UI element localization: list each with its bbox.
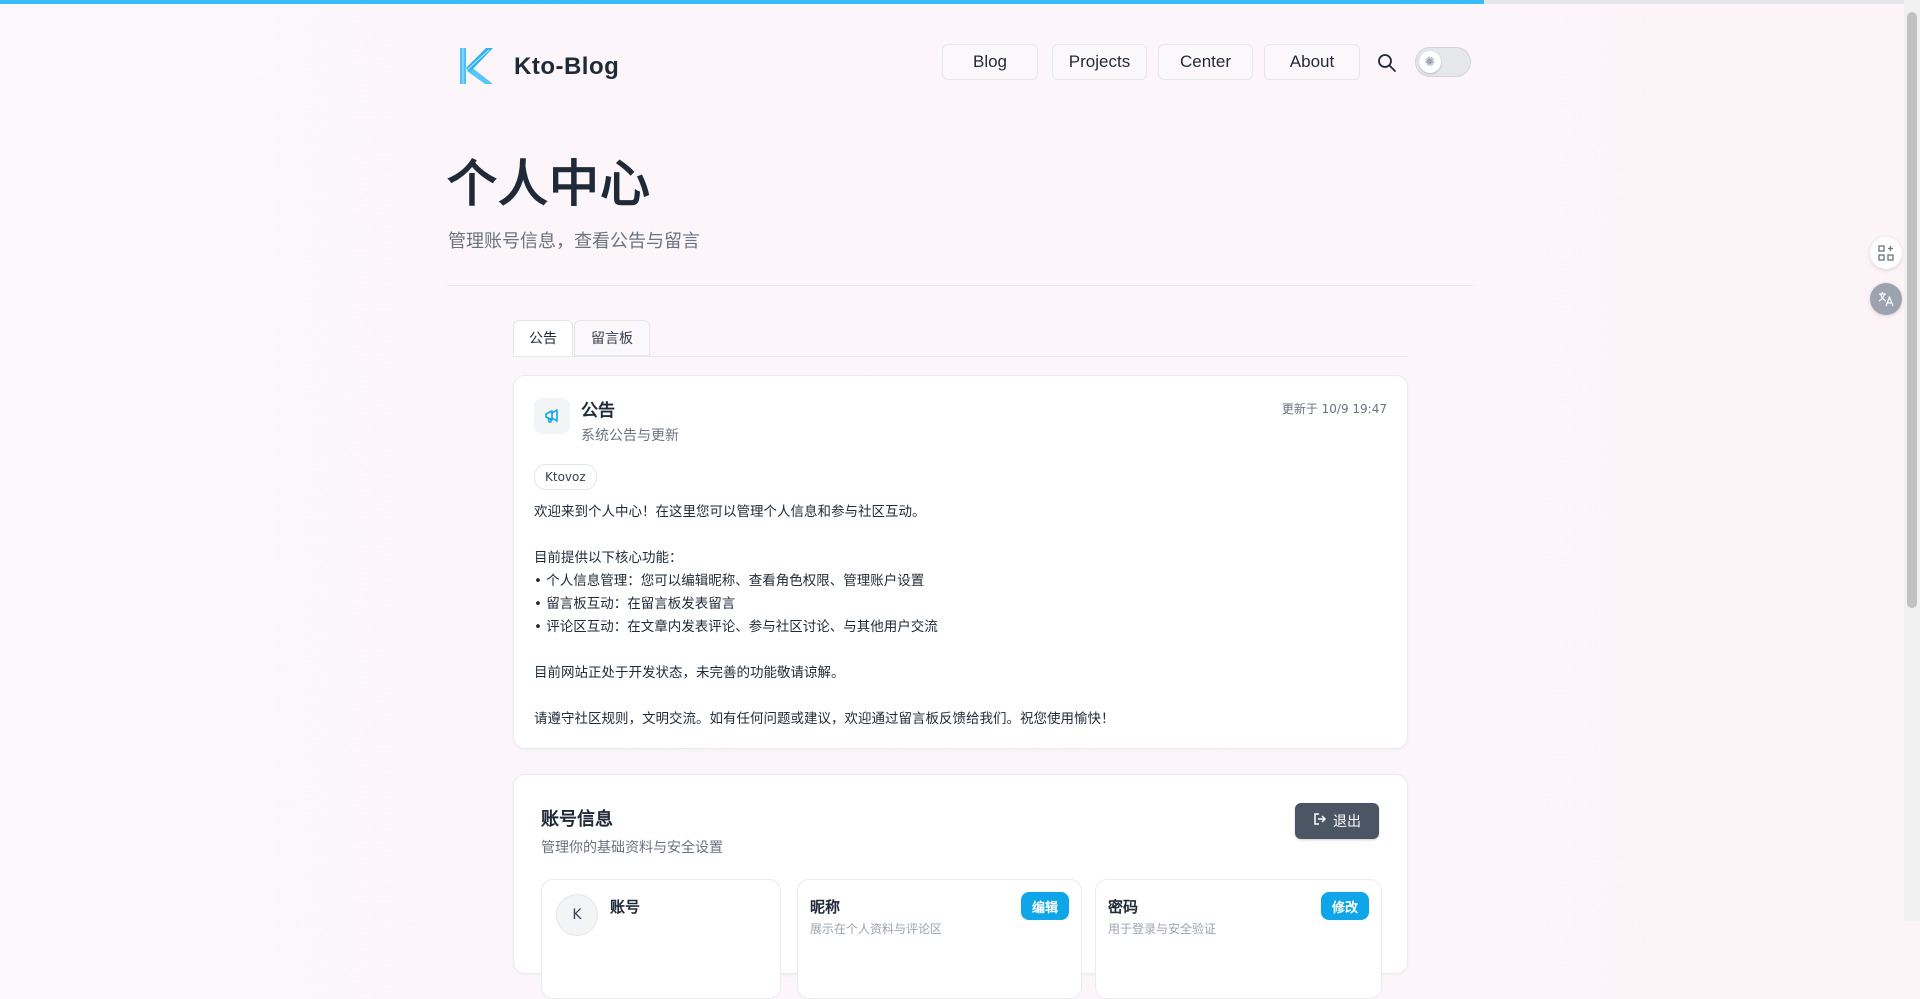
edit-nickname-button[interactable]: 编辑	[1021, 892, 1069, 920]
announcement-line: • 个人信息管理：您可以编辑昵称、查看角色权限、管理账户设置	[534, 573, 925, 589]
tabs-divider	[513, 356, 1408, 357]
password-desc: 用于登录与安全验证	[1108, 922, 1217, 936]
announcement-line: • 留言板互动：在留言板发表留言	[534, 596, 736, 612]
scrollbar-thumb[interactable]	[1907, 12, 1917, 608]
change-password-button[interactable]: 修改	[1321, 892, 1369, 920]
announcement-line	[534, 524, 1115, 547]
theme-toggle[interactable]: ✺	[1415, 47, 1471, 77]
divider	[447, 285, 1473, 286]
nav-center[interactable]: Center	[1158, 44, 1253, 80]
announcement-line: 欢迎来到个人中心！在这里您可以管理个人信息和参与社区互动。	[534, 504, 926, 520]
account-info-card: 账号信息 管理你的基础资料与安全设置 退出 K 账号 昵称 展示在个人资料与评论…	[513, 774, 1408, 999]
kto-logo[interactable]	[455, 44, 495, 88]
logout-button[interactable]: 退出	[1295, 803, 1379, 839]
account-subtitle: 管理你的基础资料与安全设置	[541, 840, 723, 856]
announcement-body: 欢迎来到个人中心！在这里您可以管理个人信息和参与社区互动。 目前提供以下核心功能…	[534, 501, 1115, 731]
avatar: K	[556, 894, 598, 936]
announcement-line: 请遵守社区规则，文明交流。如有任何问题或建议，欢迎通过留言板反馈给我们。祝您使用…	[534, 711, 1115, 727]
announcement-line: 目前网站正处于开发状态，未完善的功能敬请谅解。	[534, 665, 845, 681]
announcement-line: • 评论区互动：在文章内发表评论、参与社区讨论、与其他用户交流	[534, 619, 938, 635]
page-load-progress-track	[1484, 0, 1920, 4]
nav-blog[interactable]: Blog	[942, 44, 1038, 80]
author-badge: Ktovoz	[534, 464, 597, 490]
logout-label: 退出	[1333, 814, 1361, 830]
megaphone-icon	[534, 398, 570, 434]
account-title: 账号信息	[541, 809, 613, 830]
announcement-line: 目前提供以下核心功能：	[534, 550, 683, 566]
announcement-line	[534, 639, 1115, 662]
page-scrollbar[interactable]	[1904, 0, 1920, 921]
announcement-subtitle: 系统公告与更新	[581, 428, 679, 444]
nav-projects[interactable]: Projects	[1052, 44, 1147, 80]
nickname-desc: 展示在个人资料与评论区	[810, 922, 943, 936]
sun-icon: ✺	[1419, 51, 1441, 73]
tab-announcement[interactable]: 公告	[513, 320, 573, 356]
site-brand[interactable]: Kto-Blog	[514, 53, 619, 81]
apps-add-icon[interactable]	[1870, 237, 1902, 269]
nav-about[interactable]: About	[1264, 44, 1360, 80]
site-header: Kto-Blog Blog Projects Center About ✺	[447, 42, 1473, 90]
tab-message-board[interactable]: 留言板	[574, 320, 650, 356]
account-id-card: K 账号	[541, 879, 781, 999]
page-title: 个人中心	[447, 155, 651, 213]
announcement-line	[534, 685, 1115, 708]
translate-icon[interactable]	[1870, 283, 1902, 315]
search-icon[interactable]	[1376, 52, 1398, 74]
password-card: 密码 用于登录与安全验证 修改	[1095, 879, 1382, 999]
password-title: 密码	[1108, 898, 1139, 916]
announcement-updated-time: 更新于 10/9 19:47	[1281, 402, 1387, 416]
page-subtitle: 管理账号信息，查看公告与留言	[448, 231, 700, 252]
logout-icon	[1313, 812, 1327, 830]
announcement-title: 公告	[581, 401, 615, 421]
nickname-card: 昵称 展示在个人资料与评论区 编辑	[797, 879, 1082, 999]
page-load-progress-bar	[0, 0, 1484, 4]
announcement-card: 公告 系统公告与更新 更新于 10/9 19:47 Ktovoz 欢迎来到个人中…	[513, 375, 1408, 749]
account-id-title: 账号	[610, 898, 641, 916]
nickname-title: 昵称	[810, 898, 841, 916]
